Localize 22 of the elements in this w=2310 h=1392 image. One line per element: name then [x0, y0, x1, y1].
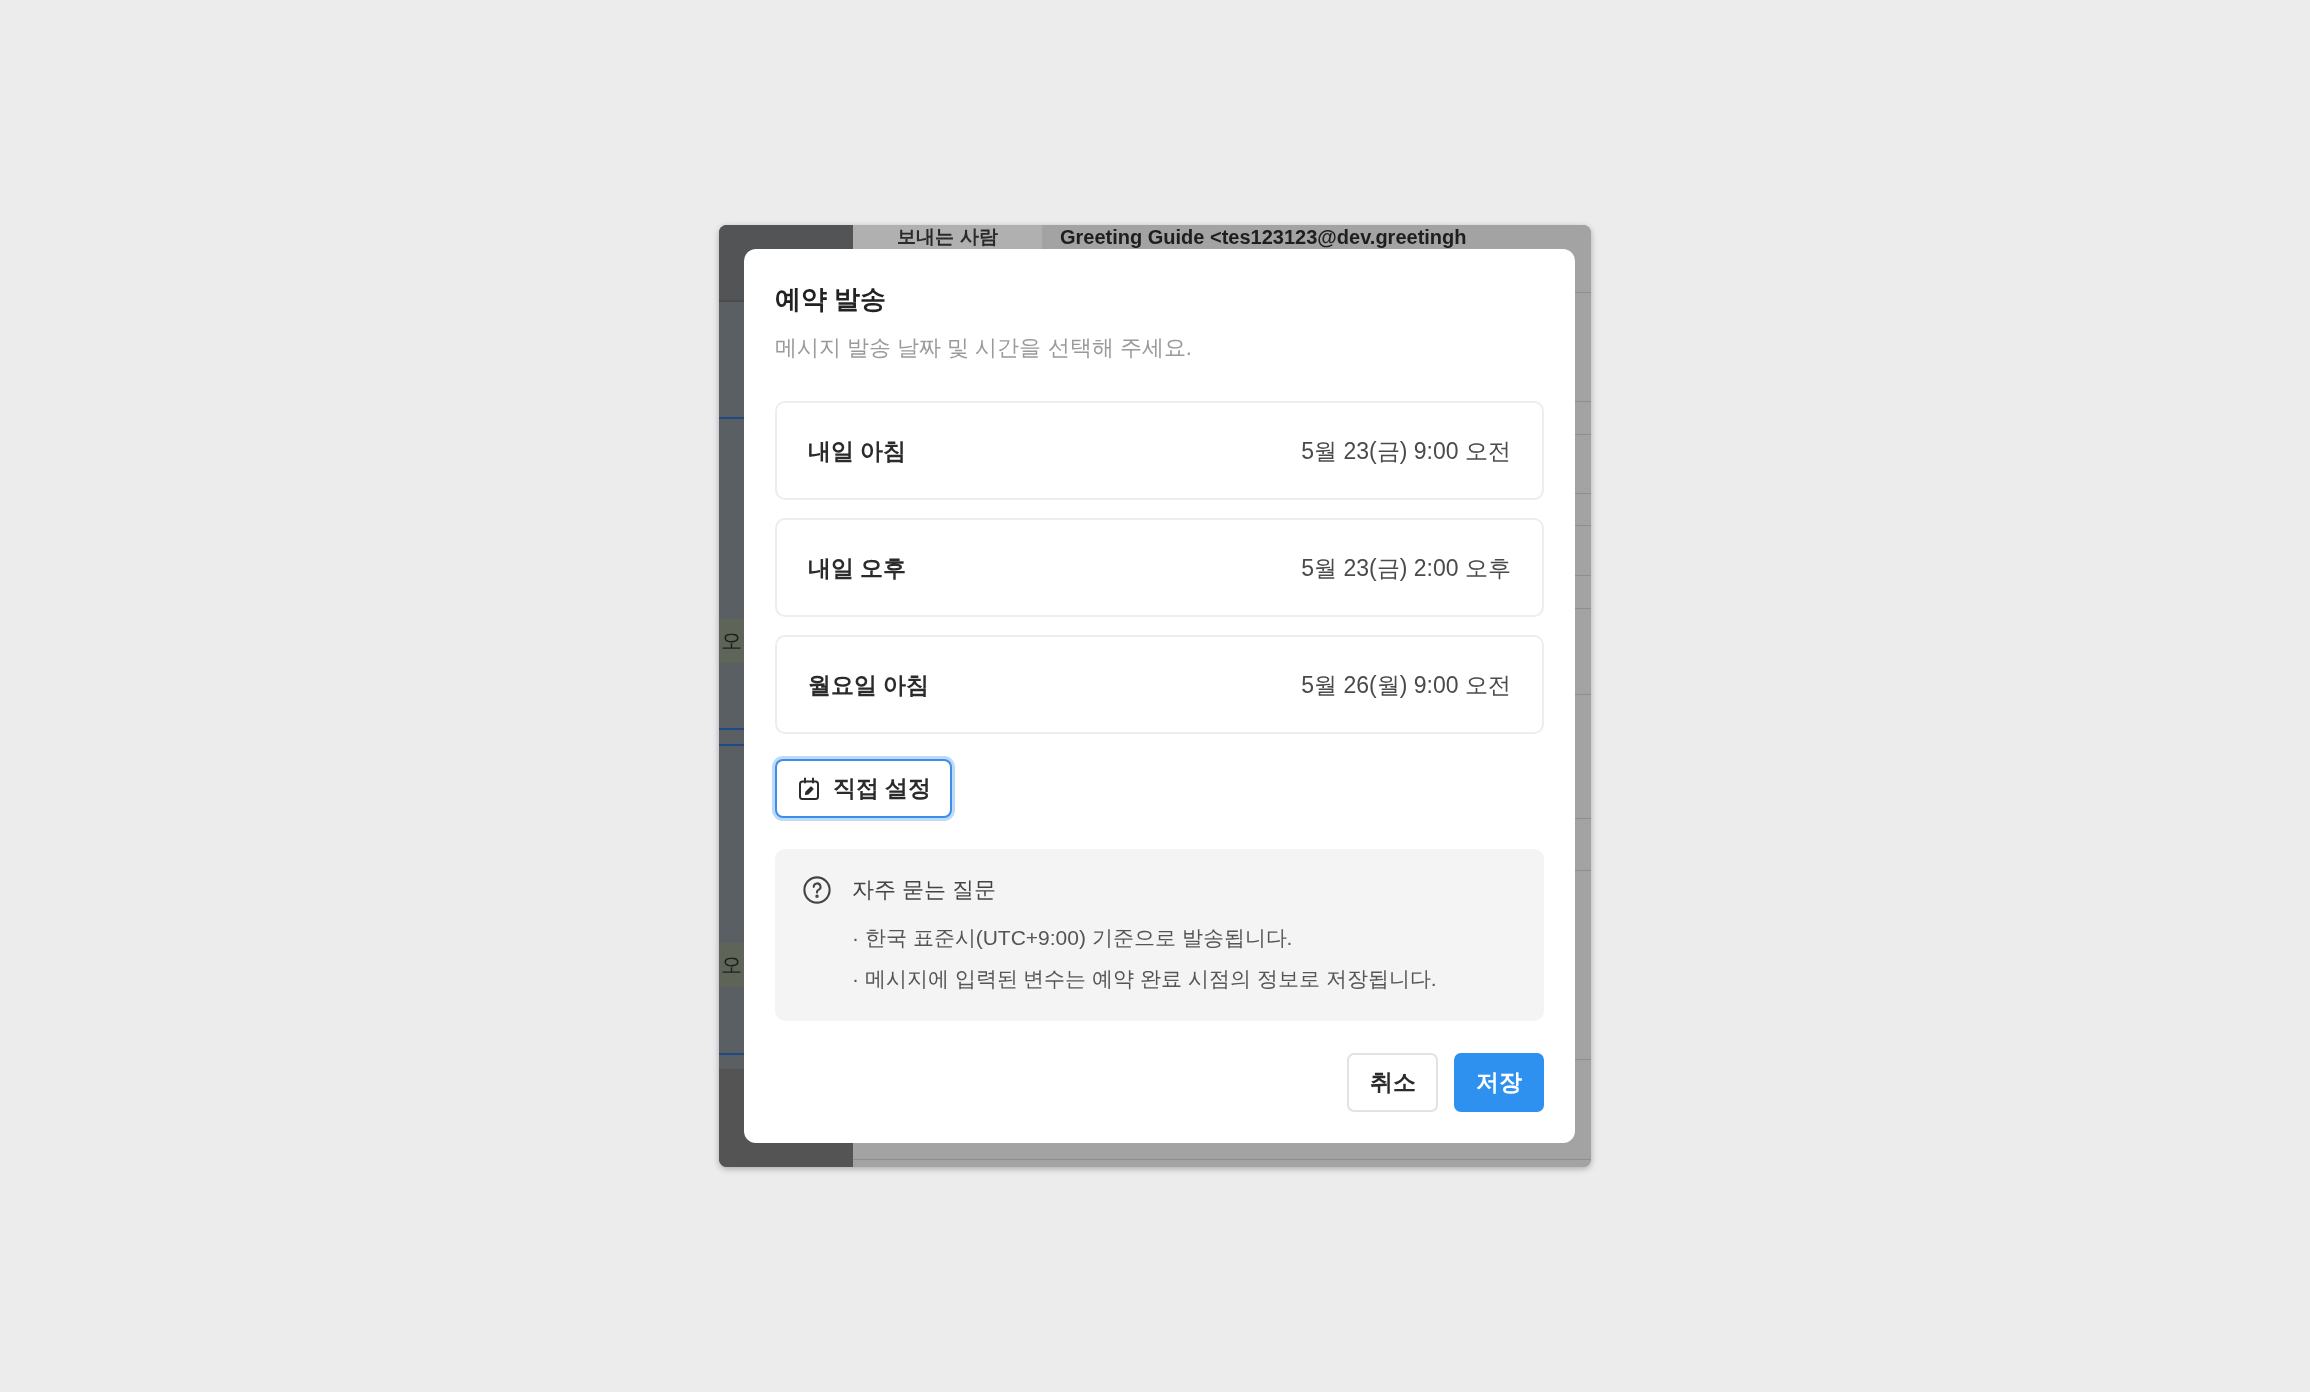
schedule-option[interactable]: 월요일 아침 5월 26(월) 9:00 오전 — [775, 635, 1544, 734]
option-label: 월요일 아침 — [808, 670, 930, 700]
label-text: 오 — [721, 952, 742, 978]
field-label: 보내는 사람 — [853, 225, 1042, 249]
option-datetime: 5월 26(월) 9:00 오전 — [1301, 670, 1511, 700]
cancel-button[interactable]: 취소 — [1347, 1053, 1438, 1112]
option-datetime: 5월 23(금) 2:00 오후 — [1301, 553, 1511, 583]
faq-item: · 한국 표준시(UTC+9:00) 기준으로 발송됩니다. — [852, 925, 1294, 951]
option-label: 내일 아침 — [808, 436, 907, 466]
sender-text: Greeting Guide <tes123123@dev.greetingh — [1060, 225, 1467, 249]
option-label: 내일 오후 — [808, 553, 907, 583]
dialog-title: 예약 발송 — [775, 283, 888, 316]
dialog-subtitle: 메시지 발송 날짜 및 시간을 선택해 주세요. — [775, 334, 1193, 362]
custom-schedule-button[interactable]: 직접 설정 — [775, 759, 953, 818]
label-text: 오 — [721, 628, 742, 654]
faq-item: · 메시지에 입력된 변수는 예약 완료 시점의 정보로 저장됩니다. — [852, 966, 1437, 992]
schedule-option[interactable]: 내일 아침 5월 23(금) 9:00 오전 — [775, 401, 1544, 500]
help-icon — [803, 876, 831, 904]
faq-title: 자주 묻는 질문 — [852, 876, 998, 904]
calendar-pencil-icon — [798, 776, 820, 801]
option-datetime: 5월 23(금) 9:00 오전 — [1301, 436, 1511, 466]
schedule-option[interactable]: 내일 오후 5월 23(금) 2:00 오후 — [775, 518, 1544, 617]
